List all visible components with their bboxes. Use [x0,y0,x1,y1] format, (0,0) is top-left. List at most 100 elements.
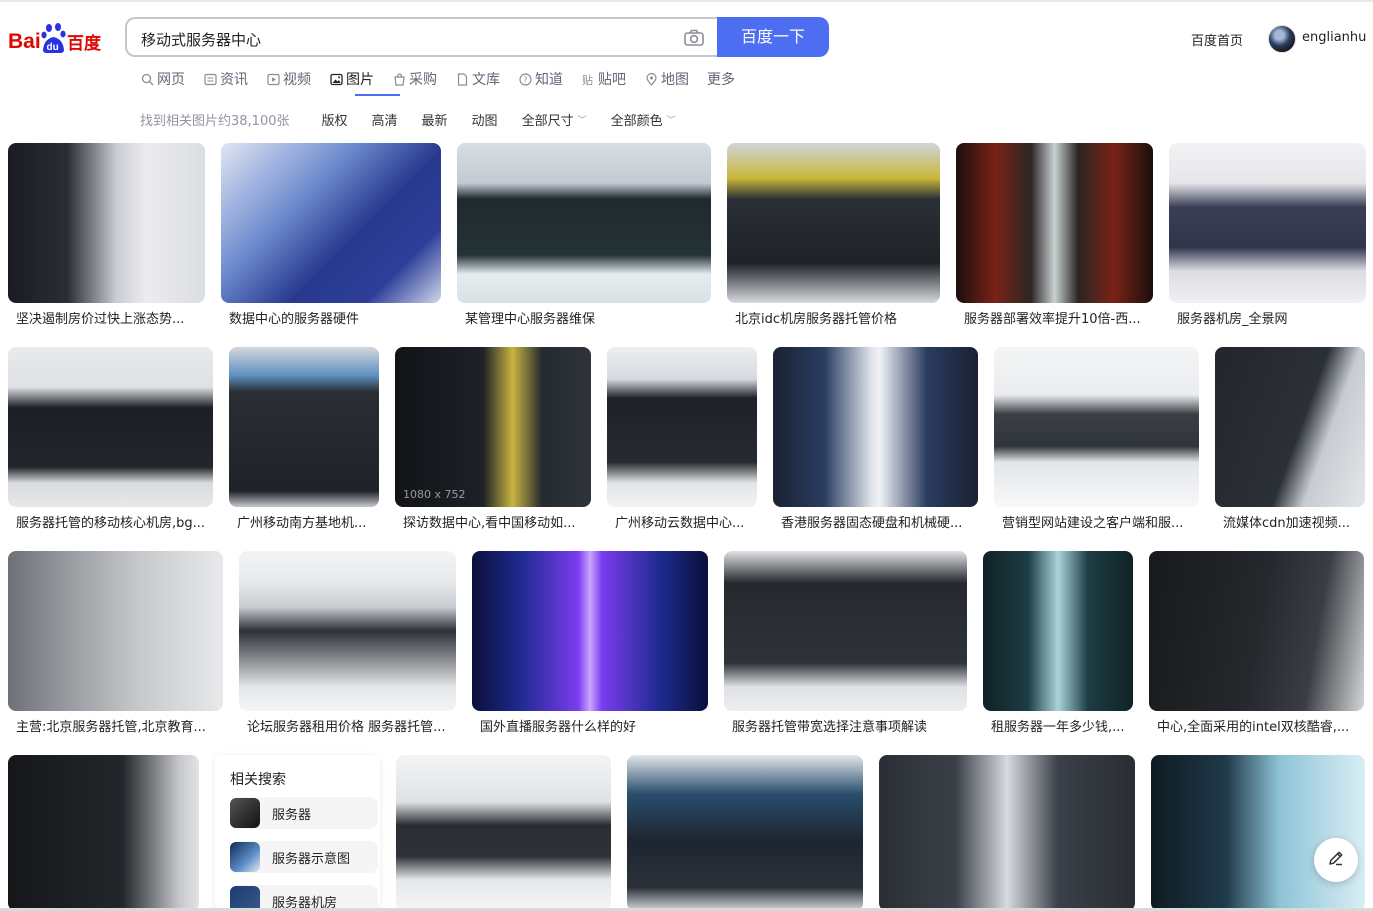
search-input[interactable]: 移动式服务器中心 [125,17,719,57]
pencil-icon [1327,849,1345,871]
result-caption[interactable]: 主营:北京服务器托管,北京教育... [16,716,218,735]
result-image[interactable] [983,551,1133,711]
tab-label: 资讯 [220,72,248,88]
result-image[interactable] [627,755,863,911]
tab-label: 地图 [661,72,689,88]
result-caption[interactable]: 广州移动云数据中心... [615,512,755,531]
result-image[interactable] [457,143,711,303]
tab-webpage[interactable]: 网页 [140,70,185,88]
filter-hd[interactable]: 高清 [372,110,398,129]
tieba-icon: 贴 [581,72,595,86]
svg-text:Bai: Bai [8,30,41,53]
result-image[interactable] [724,551,967,711]
size-dropdown[interactable]: 全部尺寸 ﹀ [522,110,587,129]
tab-label: 知道 [535,72,563,88]
result-caption[interactable]: 坚决遏制房价过快上涨态势... [16,308,201,327]
search-button[interactable]: 百度一下 [717,17,829,57]
tab-label: 更多 [707,72,735,88]
avatar[interactable] [1268,25,1296,53]
baidu-home-link[interactable]: 百度首页 [1191,30,1243,49]
purchase-icon [392,72,406,86]
tab-zhidao[interactable]: ? 知道 [518,70,563,88]
active-tab-indicator [355,94,400,96]
result-caption[interactable]: 服务器托管的移动核心机房,bg... [16,512,208,531]
result-image[interactable]: 1080 x 752 [395,347,591,507]
result-image[interactable] [879,755,1135,911]
result-image[interactable] [1169,143,1366,303]
result-image[interactable] [1149,551,1364,711]
filter-copyright[interactable]: 版权 [322,110,348,129]
username[interactable]: englianhu [1302,30,1366,45]
filter-latest[interactable]: 最新 [422,110,448,129]
result-caption[interactable]: 探访数据中心,看中国移动如... [403,512,588,531]
tab-label: 文库 [472,72,500,88]
result-image[interactable] [8,551,223,711]
color-dropdown-label: 全部颜色 [610,114,663,129]
filter-bar: 找到相关图片约38,100张 版权 高清 最新 动图 全部尺寸 ﹀ 全部颜色 ﹀ [140,110,700,129]
result-caption[interactable]: 中心,全面采用的intel双核酷睿,... [1157,716,1359,735]
result-image[interactable] [8,755,199,911]
related-search-label: 服务器示意图 [272,851,351,867]
tab-purchase[interactable]: 采购 [392,70,437,88]
color-dropdown[interactable]: 全部颜色 ﹀ [611,110,676,129]
top-border [0,0,1373,2]
related-search-label: 服务器 [272,807,312,823]
result-caption[interactable]: 香港服务器固态硬盘和机械硬... [781,512,973,531]
result-image[interactable] [607,347,757,507]
result-image[interactable] [1215,347,1365,507]
svg-text:du: du [47,42,59,53]
result-image[interactable] [8,143,205,303]
result-image[interactable] [8,347,213,507]
tab-label: 视频 [283,72,311,88]
tab-map[interactable]: 地图 [644,70,689,88]
camera-icon[interactable] [683,28,705,48]
tab-label: 网页 [157,72,185,88]
tab-label: 采购 [409,72,437,88]
result-image[interactable] [956,143,1153,303]
result-caption[interactable]: 国外直播服务器什么样的好 [480,716,705,735]
result-caption[interactable]: 论坛服务器租用价格 服务器托管... [247,716,452,735]
result-caption[interactable]: 北京idc机房服务器托管价格 [735,308,940,327]
tab-tieba[interactable]: 贴 贴吧 [581,70,627,88]
result-caption[interactable]: 服务器托管带宽选择注意事项解读 [732,716,964,735]
size-dropdown-label: 全部尺寸 [521,114,574,129]
related-search-title: 相关搜索 [230,772,286,788]
tab-video[interactable]: 视频 [266,70,311,88]
result-caption[interactable]: 数据中心的服务器硬件 [229,308,439,327]
search-query[interactable]: 移动式服务器中心 [141,29,261,50]
result-image[interactable] [727,143,940,303]
result-caption[interactable]: 服务器机房_全景网 [1177,308,1362,327]
tab-news[interactable]: 资讯 [203,70,248,88]
result-image[interactable] [396,755,611,911]
result-count: 找到相关图片约38,100张 [140,114,290,129]
result-caption[interactable]: 某管理中心服务器维保 [465,308,705,327]
result-image[interactable] [221,143,441,303]
related-search-item[interactable]: 服务器示意图 [230,841,378,873]
related-search-item[interactable]: 服务器 [230,797,378,829]
svg-text:百度: 百度 [67,33,102,54]
result-image[interactable] [1151,755,1365,911]
map-icon [644,72,658,86]
tab-wenku[interactable]: 文库 [455,70,500,88]
result-image[interactable] [229,347,379,507]
result-image[interactable] [239,551,456,711]
search-tabs: 网页 资讯 视频 图片 采购 文库 ? 知道 贴 贴吧 地图 更多 [140,70,753,96]
baidu-logo[interactable]: Bai du 百度 [8,22,112,56]
search-icon [140,72,154,86]
document-icon [455,72,469,86]
question-icon: ? [518,72,532,86]
result-caption[interactable]: 租服务器一年多少钱,... [991,716,1131,735]
chevron-down-icon: ﹀ [666,116,676,126]
tab-more[interactable]: 更多 [707,70,735,88]
feedback-button[interactable] [1314,838,1358,882]
result-caption[interactable]: 流媒体cdn加速视频... [1223,512,1363,531]
result-image[interactable] [472,551,708,711]
result-caption[interactable]: 广州移动南方基地机... [237,512,377,531]
filter-animated[interactable]: 动图 [472,110,498,129]
related-search-panel: 相关搜索 服务器 服务器示意图 服务器机房 [215,755,380,911]
result-caption[interactable]: 营销型网站建设之客户端和服... [1002,512,1194,531]
result-image[interactable] [773,347,978,507]
tab-image[interactable]: 图片 [329,70,374,88]
result-caption[interactable]: 服务器部署效率提升10倍-西... [964,308,1149,327]
result-image[interactable] [994,347,1199,507]
